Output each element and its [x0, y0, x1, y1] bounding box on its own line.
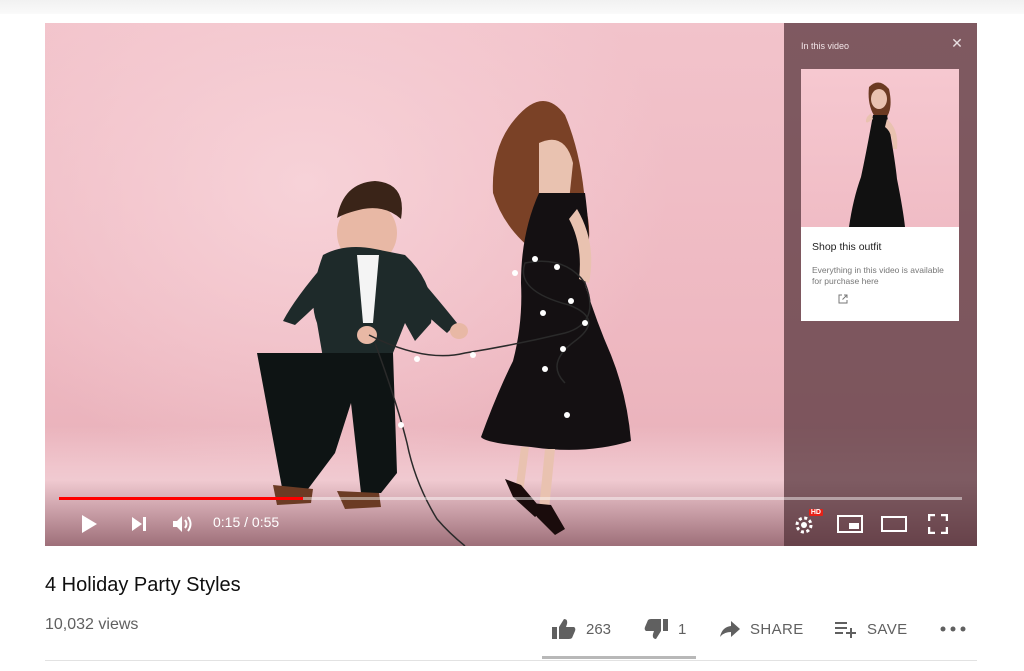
- time-display: 0:15 / 0:55: [213, 514, 279, 530]
- video-frame: [257, 100, 631, 546]
- settings-button[interactable]: HD: [791, 509, 823, 537]
- fullscreen-button[interactable]: [925, 511, 951, 537]
- divider: [45, 660, 977, 661]
- theater-icon: [881, 516, 907, 532]
- thumbs-down-icon: [644, 619, 668, 639]
- more-horizontal-icon: [940, 626, 966, 632]
- progress-fill: [59, 497, 303, 500]
- product-name: Shop this outfit: [812, 241, 882, 253]
- miniplayer-icon: [837, 515, 863, 533]
- share-icon: [720, 621, 740, 637]
- save-label: SAVE: [867, 620, 908, 638]
- panel-title: In this video: [801, 41, 850, 51]
- video-title: 4 Holiday Party Styles: [45, 574, 241, 596]
- theater-mode-button[interactable]: [879, 511, 909, 537]
- dress-model-image: [849, 82, 905, 227]
- product-description: Everything in this video is available fo…: [812, 265, 944, 286]
- video-player[interactable]: In this video ✕ Shop this outfit Everyth…: [45, 23, 977, 546]
- play-button[interactable]: [77, 511, 101, 537]
- next-icon: [132, 517, 146, 531]
- browser-top-strip: [0, 0, 1024, 14]
- next-button[interactable]: [127, 511, 151, 537]
- dislike-count: 1: [678, 620, 687, 638]
- thumbs-up-icon: [552, 619, 576, 639]
- more-actions-button[interactable]: [940, 618, 966, 640]
- mute-button[interactable]: [169, 511, 197, 537]
- close-icon[interactable]: ✕: [949, 35, 965, 51]
- actions-underline: [542, 656, 696, 659]
- product-thumbnail[interactable]: [801, 69, 959, 227]
- man-figure: [257, 181, 468, 509]
- volume-icon: [173, 516, 192, 532]
- view-count: 10,032 views: [45, 616, 139, 633]
- fullscreen-icon: [928, 514, 948, 534]
- external-link-icon[interactable]: [838, 291, 848, 309]
- woman-figure: [481, 100, 631, 535]
- miniplayer-button[interactable]: [835, 511, 865, 537]
- add-to-playlist-icon: [835, 622, 856, 638]
- like-button[interactable]: 263: [551, 618, 611, 640]
- dislike-button[interactable]: 1: [643, 618, 686, 640]
- product-card[interactable]: Shop this outfit Everything in this vide…: [801, 69, 959, 321]
- shopping-panel: In this video ✕ Shop this outfit Everyth…: [784, 23, 977, 546]
- hd-badge: HD: [808, 509, 823, 516]
- like-count: 263: [586, 620, 612, 638]
- save-button[interactable]: SAVE: [834, 618, 908, 640]
- time-total: 0:55: [251, 514, 280, 530]
- time-current: 0:15: [213, 514, 241, 530]
- play-icon: [82, 515, 97, 533]
- share-button[interactable]: SHARE: [719, 618, 804, 640]
- time-separator: /: [240, 514, 252, 530]
- progress-bar[interactable]: [59, 497, 962, 500]
- share-label: SHARE: [750, 620, 804, 638]
